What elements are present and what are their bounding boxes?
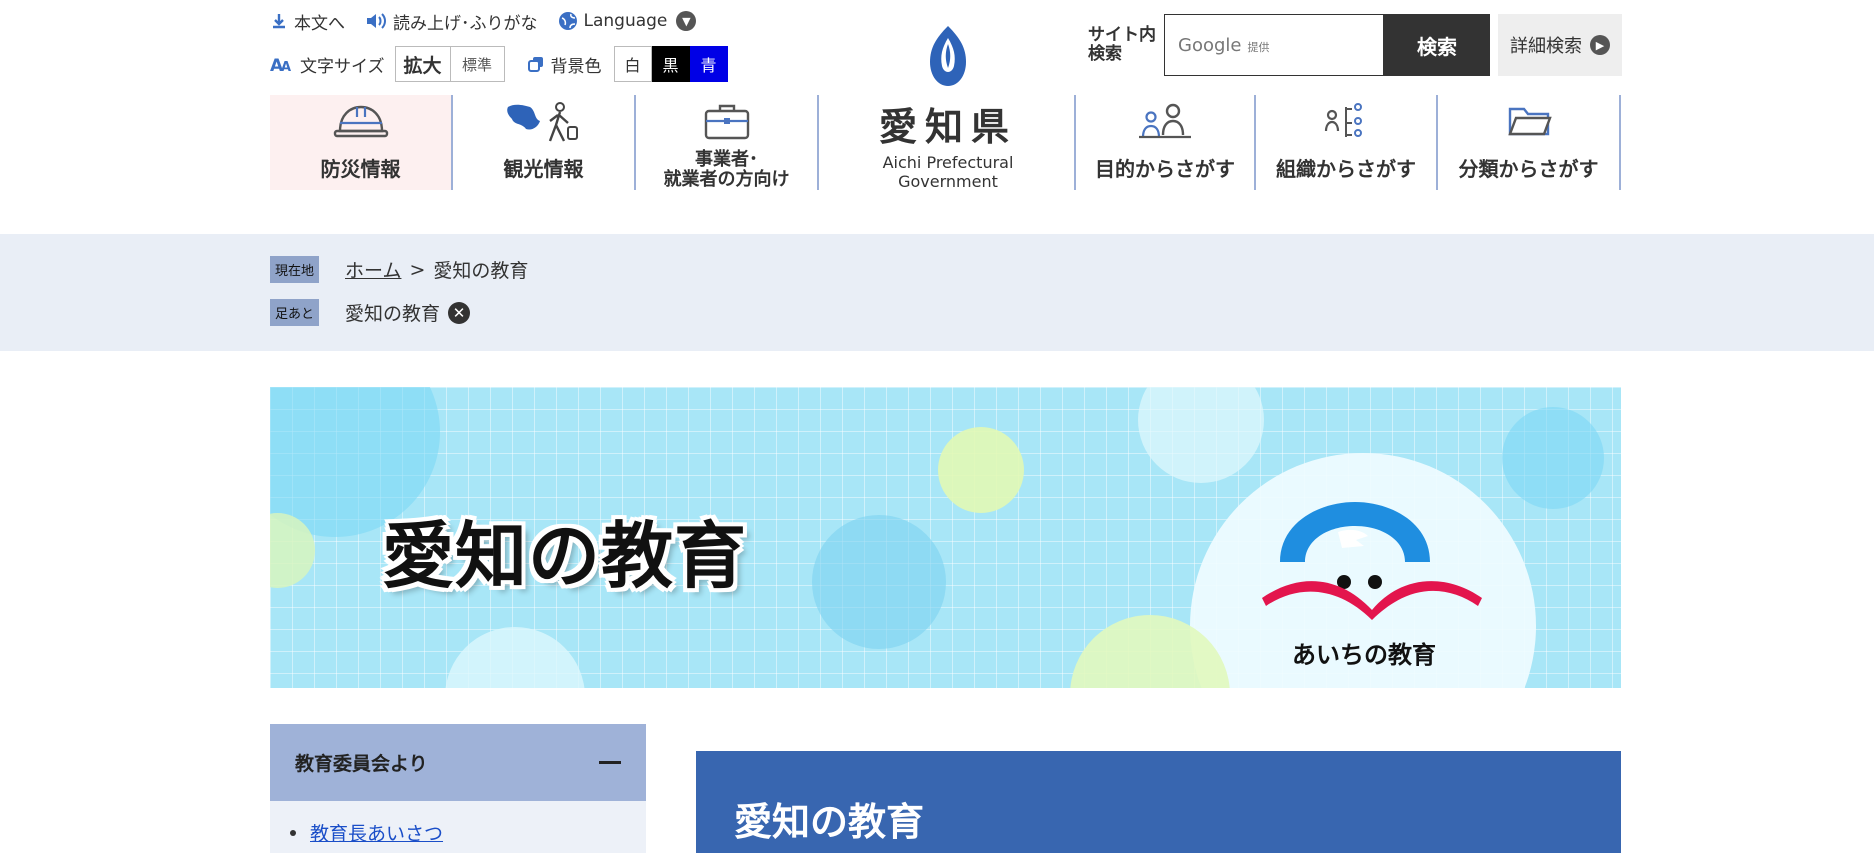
palette-icon	[527, 57, 543, 72]
people-icon	[1139, 103, 1191, 139]
breadcrumb-area	[0, 234, 1874, 351]
history-item[interactable]: 愛知の教育	[345, 299, 440, 326]
page-title: 愛知の教育	[696, 751, 1621, 853]
mascot-logo-icon	[1262, 502, 1482, 620]
nav-search-by-category[interactable]: 分類からさがす	[1438, 95, 1621, 190]
bg-blue-button[interactable]: 青	[689, 46, 728, 82]
sidebar-list: 教育長あいさつ	[270, 801, 646, 853]
close-icon[interactable]: ✕	[448, 301, 471, 324]
nav-search-by-organization[interactable]: 組織からさがす	[1256, 95, 1438, 190]
nav-purpose-label: 目的からさがす	[1095, 157, 1235, 181]
current-location-tag: 現在地	[270, 256, 320, 283]
banner-mascot-text: あいちの教育	[1292, 641, 1436, 669]
language-selector[interactable]: Language ▼	[558, 11, 697, 31]
site-search-label: サイト内 検索	[1088, 25, 1156, 64]
bg-black-button[interactable]: 黒	[651, 46, 690, 82]
breadcrumb-separator: >	[409, 258, 426, 281]
speaker-icon	[367, 13, 386, 29]
nav-disaster-label: 防災情報	[320, 157, 401, 181]
breadcrumb-current: 愛知の教育	[433, 260, 529, 282]
text-size-standard-button[interactable]: 標準	[449, 46, 505, 82]
text-size-icon: AA	[270, 56, 291, 74]
sidebar-section-title: 教育委員会より	[295, 753, 428, 775]
folder-icon	[1507, 107, 1552, 136]
sidebar-section-toggle[interactable]: 教育委員会より	[270, 724, 646, 801]
breadcrumb: 現在地 ホーム > 愛知の教育	[270, 256, 528, 283]
nav-search-by-purpose[interactable]: 目的からさがす	[1074, 95, 1256, 190]
history-trail: 足あと 愛知の教育 ✕	[270, 299, 471, 326]
site-search: サイト内 検索 Google 提供 検索 詳細検索 ▶	[1088, 14, 1622, 76]
skip-to-content-link[interactable]: 本文へ	[270, 9, 345, 34]
nav-business-info[interactable]: 事業者･ 就業者の方向け	[636, 95, 819, 190]
tourism-icon	[506, 102, 578, 142]
organization-icon	[1324, 103, 1362, 137]
text-size-group: AA 文字サイズ	[270, 52, 385, 77]
background-color-label: 背景色	[550, 56, 602, 77]
hero-banner: 愛知の教育 あいちの教育	[270, 387, 1621, 688]
read-aloud-link[interactable]: 読み上げ･ふりがな	[365, 9, 538, 34]
minus-icon	[599, 761, 621, 764]
nav-disaster-info[interactable]: 防災情報	[270, 95, 453, 190]
google-brand: Google	[1178, 34, 1242, 56]
nav-category-label: 分類からさがす	[1458, 157, 1599, 181]
svg-text:A: A	[281, 60, 291, 74]
text-size-label: 文字サイズ	[300, 56, 385, 77]
download-icon	[273, 14, 285, 29]
prefecture-emblem-icon	[930, 26, 966, 86]
search-button[interactable]: 検索	[1384, 14, 1490, 76]
banner-title: 愛知の教育	[382, 514, 748, 598]
nav-tourism-info[interactable]: 観光情報	[453, 95, 636, 190]
background-color-group: 背景色	[527, 52, 602, 77]
nav-business-label-line1: 事業者･	[695, 149, 758, 170]
logo-english-name: Aichi Prefectural Government	[882, 153, 1014, 191]
skip-to-content-label: 本文へ	[294, 13, 345, 34]
bullet-icon	[290, 829, 296, 836]
advanced-search-label: 詳細検索	[1510, 36, 1582, 57]
logo-name: 愛知県	[878, 104, 1017, 149]
bg-white-button[interactable]: 白	[613, 46, 652, 82]
text-size-large-button[interactable]: 拡大	[394, 46, 451, 82]
helmet-icon	[333, 105, 388, 138]
google-provider-label: 提供	[1247, 41, 1270, 54]
nav-business-label-line2: 就業者の方向け	[663, 169, 790, 190]
list-item: 教育長あいさつ	[290, 819, 626, 846]
breadcrumb-home-link[interactable]: ホーム	[345, 256, 401, 283]
sidebar-item-link[interactable]: 教育長あいさつ	[310, 819, 443, 846]
advanced-search-button[interactable]: 詳細検索 ▶	[1498, 14, 1622, 76]
chevron-right-icon: ▶	[1590, 35, 1610, 55]
display-settings-bar: AA 文字サイズ 拡大 標準 背景色 白 黒 青	[270, 45, 728, 83]
utility-bar: 本文へ 読み上げ･ふりがな Language ▼	[270, 8, 716, 34]
search-input[interactable]: Google 提供	[1164, 14, 1384, 76]
language-label: Language	[583, 11, 668, 31]
nav-tourism-label: 観光情報	[503, 157, 584, 181]
chevron-down-icon: ▼	[676, 11, 697, 31]
globe-icon	[558, 12, 577, 30]
nav-organization-label: 組織からさがす	[1276, 157, 1416, 181]
site-logo[interactable]: 愛知県 Aichi Prefectural Government	[838, 24, 1058, 191]
read-aloud-label: 読み上げ･ふりがな	[393, 13, 538, 34]
history-tag: 足あと	[270, 299, 320, 326]
briefcase-icon	[704, 104, 749, 140]
